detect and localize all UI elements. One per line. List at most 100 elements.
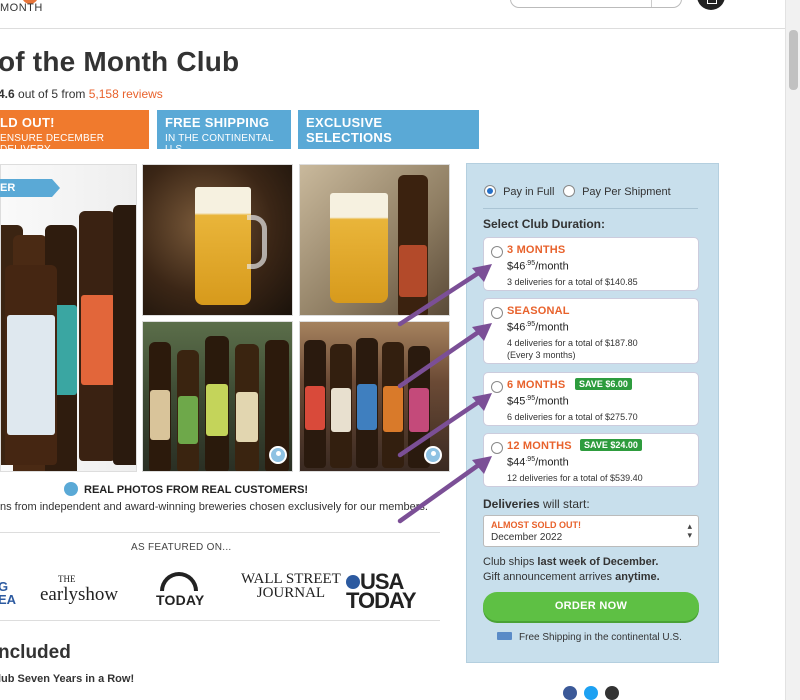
ships-when: last week of December. bbox=[537, 556, 659, 568]
customer-photo-3[interactable] bbox=[142, 321, 293, 472]
price-cents: .95 bbox=[525, 260, 536, 267]
radio-icon[interactable] bbox=[491, 246, 503, 258]
rating-score: 4.6 bbox=[0, 87, 15, 101]
radio-icon[interactable] bbox=[563, 185, 575, 197]
included-heading: ncluded bbox=[0, 642, 71, 663]
option-name: SEASONAL bbox=[507, 305, 570, 317]
promo-sold-out: LD OUT! ENSURE DECEMBER DELIVERY. bbox=[0, 110, 149, 155]
duration-option-6-months[interactable]: 6 MONTHS SAVE $6.00 $45.95/month 6 deliv… bbox=[483, 372, 699, 426]
scrollbar[interactable] bbox=[785, 0, 800, 700]
customer-photo-2[interactable] bbox=[299, 164, 450, 316]
rating: 4.6 out of 5 from 5,158 reviews bbox=[0, 87, 163, 101]
product-ribbon: ER bbox=[0, 179, 60, 197]
save-badge: SAVE $6.00 bbox=[575, 378, 632, 390]
cart-icon[interactable] bbox=[697, 0, 725, 10]
option-note-line1: 4 deliveries for a total of $187.80 bbox=[507, 338, 638, 348]
product-description: ns from independent and award-winning br… bbox=[0, 501, 428, 513]
usa-today-dot-icon bbox=[346, 575, 360, 589]
purchase-panel: Pay in Full Pay Per Shipment Select Club… bbox=[466, 163, 719, 663]
camera-icon bbox=[64, 482, 78, 496]
wsj-line1: WALL STREET bbox=[241, 571, 341, 587]
price-dollars: $46 bbox=[507, 260, 526, 273]
the-early-show-logo: THE earlyshow bbox=[40, 572, 119, 605]
option-price: $46.95/month bbox=[507, 321, 569, 334]
scrollbar-thumb[interactable] bbox=[789, 30, 798, 90]
logo-text[interactable]: MONTH bbox=[0, 2, 43, 14]
option-note: 6 deliveries for a total of $275.70 bbox=[507, 412, 638, 422]
search-input[interactable] bbox=[510, 0, 682, 8]
promo-exclusive-selections: EXCLUSIVE SELECTIONS CHOSEN EACH MONTH B… bbox=[298, 110, 479, 170]
option-note: 3 deliveries for a total of $140.85 bbox=[507, 277, 638, 287]
price-per: /month bbox=[535, 456, 569, 469]
customer-photo-1[interactable] bbox=[142, 164, 293, 316]
main-product-photo[interactable] bbox=[0, 164, 137, 472]
pay-in-full-label: Pay in Full bbox=[503, 186, 555, 198]
select-duration-heading: Select Club Duration: bbox=[483, 217, 606, 231]
option-price: $46.95/month bbox=[507, 260, 569, 273]
customer-photo-4[interactable] bbox=[299, 321, 450, 472]
deliveries-heading: Deliveries will start: bbox=[483, 497, 590, 511]
today-logo-text: TODAY bbox=[156, 592, 205, 608]
today-show-logo: TODAY bbox=[156, 572, 205, 608]
free-shipping-text: Free Shipping in the continental U.S. bbox=[519, 632, 682, 643]
price-dollars: $44 bbox=[507, 456, 526, 469]
duration-option-12-months[interactable]: 12 MONTHS SAVE $24.00 $44.95/month 12 de… bbox=[483, 433, 699, 487]
promo-free-shipping: FREE SHIPPING IN THE CONTINENTAL U.S. bbox=[157, 110, 291, 155]
shipping-info: Club ships last week of December. Gift a… bbox=[483, 555, 660, 585]
pay-per-shipment-label: Pay Per Shipment bbox=[582, 186, 671, 198]
usa-today-logo: USA TODAY bbox=[346, 571, 417, 613]
truck-icon bbox=[497, 632, 512, 640]
select-status: ALMOST SOLD OUT! bbox=[491, 520, 581, 530]
top-bar: MONTH bbox=[0, 0, 800, 29]
featured-heading: AS FEATURED ON... bbox=[131, 542, 232, 553]
duration-option-seasonal[interactable]: SEASONAL $46.95/month 4 deliveries for a… bbox=[483, 298, 699, 364]
option-note: 12 deliveries for a total of $539.40 bbox=[507, 473, 643, 483]
pay-per-shipment-option[interactable]: Pay Per Shipment bbox=[563, 185, 671, 198]
reviews-link[interactable]: 5,158 reviews bbox=[89, 87, 163, 101]
deliveries-rest: will start: bbox=[539, 497, 590, 511]
option-note-line2: (Every 3 months) bbox=[507, 350, 576, 360]
usa-line2: TODAY bbox=[346, 588, 417, 613]
select-value: December 2022 bbox=[491, 532, 563, 543]
price-dollars: $46 bbox=[507, 321, 526, 334]
search-button[interactable] bbox=[651, 0, 681, 7]
pay-in-full-option[interactable]: Pay in Full bbox=[484, 185, 554, 198]
price-cents: .95 bbox=[525, 321, 536, 328]
camera-icon bbox=[269, 446, 287, 464]
delivery-start-select[interactable]: ALMOST SOLD OUT! December 2022 ▴ ▾ bbox=[483, 515, 699, 547]
camera-icon bbox=[424, 446, 442, 464]
email-icon[interactable] bbox=[605, 686, 619, 700]
press-logo-partial-line2: EA bbox=[0, 592, 17, 607]
deliveries-bold: Deliveries bbox=[483, 497, 540, 511]
real-photos-text: REAL PHOTOS FROM REAL CUSTOMERS! bbox=[84, 484, 309, 496]
twitter-icon[interactable] bbox=[584, 686, 598, 700]
price-per: /month bbox=[535, 395, 569, 408]
facebook-icon[interactable] bbox=[563, 686, 577, 700]
select-chevron-icon: ▴ ▾ bbox=[687, 521, 692, 540]
price-cents: .95 bbox=[525, 456, 536, 463]
promo-subtitle: ENSURE DECEMBER DELIVERY. bbox=[0, 133, 105, 155]
press-logo-partial: G EA bbox=[0, 580, 16, 606]
order-now-button[interactable]: ORDER NOW bbox=[483, 592, 699, 621]
radio-checked-icon[interactable] bbox=[484, 185, 496, 197]
real-photos-caption: REAL PHOTOS FROM REAL CUSTOMERS! bbox=[64, 482, 308, 496]
radio-icon[interactable] bbox=[491, 442, 503, 454]
radio-icon[interactable] bbox=[491, 307, 503, 319]
page-title: of the Month Club bbox=[0, 46, 240, 77]
promo-title: FREE SHIPPING bbox=[165, 115, 270, 130]
option-name: 12 MONTHS bbox=[507, 440, 572, 452]
promo-title: LD OUT! bbox=[0, 115, 55, 130]
duration-option-3-months[interactable]: 3 MONTHS $46.95/month 3 deliveries for a… bbox=[483, 237, 699, 291]
divider bbox=[0, 532, 440, 533]
divider bbox=[0, 620, 440, 621]
option-price: $45.95/month bbox=[507, 395, 569, 408]
early-show-main: earlyshow bbox=[40, 584, 119, 605]
radio-icon[interactable] bbox=[491, 381, 503, 393]
today-rainbow-icon bbox=[160, 572, 198, 591]
price-cents: .95 bbox=[525, 395, 536, 402]
wsj-line2: JOURNAL bbox=[256, 585, 326, 601]
included-subline: lub Seven Years in a Row! bbox=[0, 673, 135, 685]
panel-divider bbox=[483, 208, 698, 209]
ships-prefix: Club ships bbox=[483, 556, 538, 568]
free-shipping-note: Free Shipping in the continental U.S. bbox=[497, 632, 682, 643]
